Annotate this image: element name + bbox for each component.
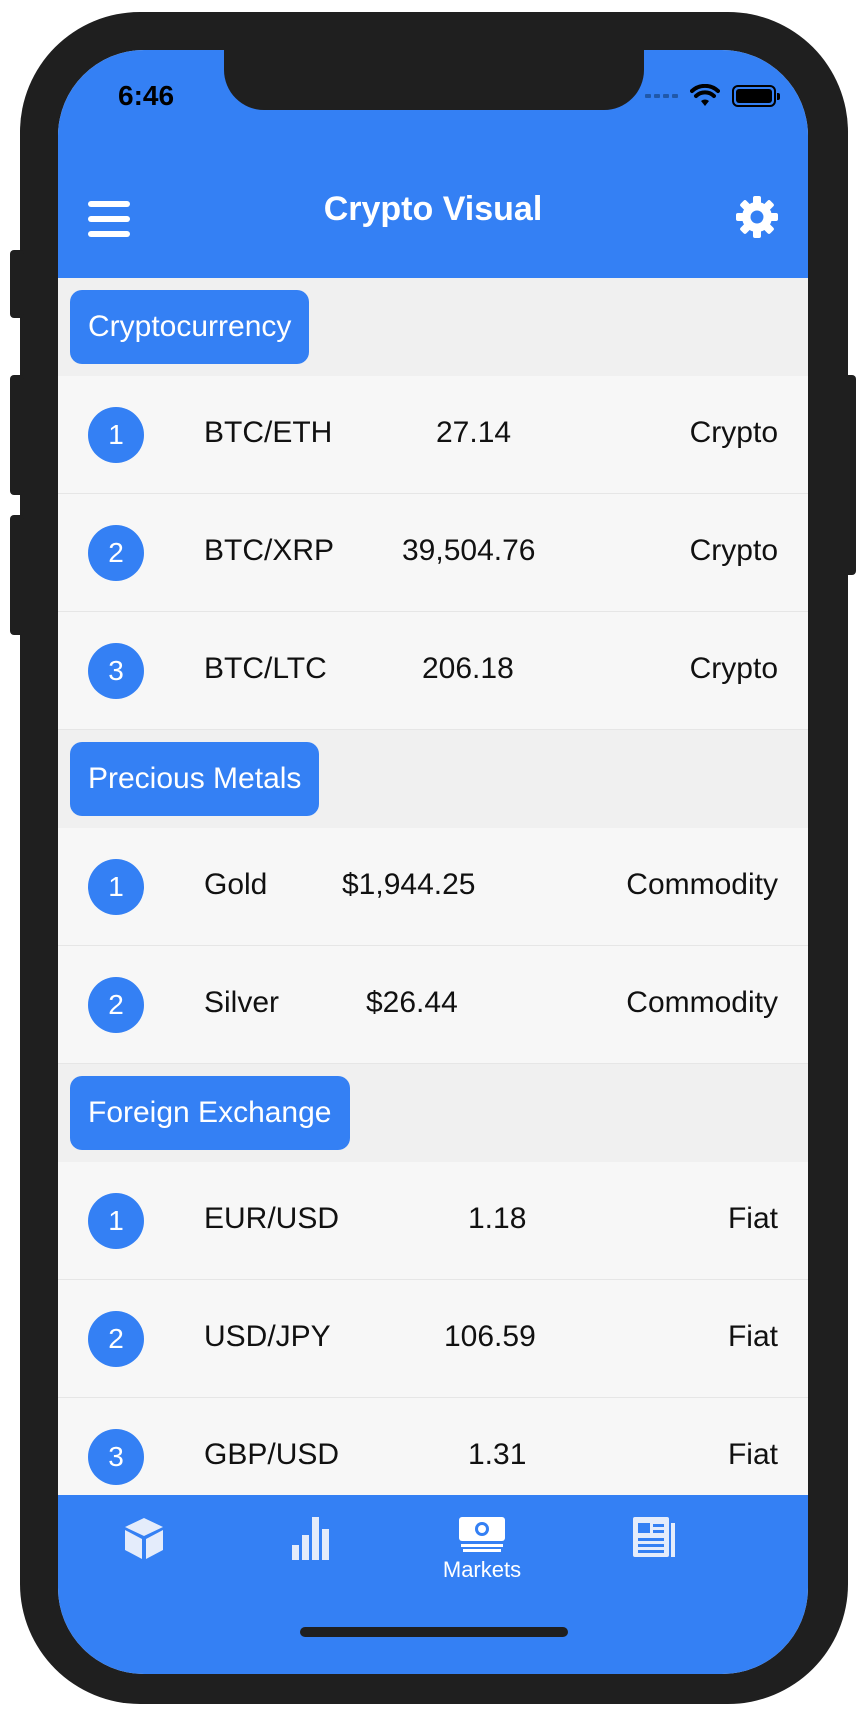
rank-badge: 3 [88, 1429, 144, 1485]
price-value: $26.44 [366, 986, 458, 1019]
pair-label: Gold [204, 868, 268, 901]
bar-chart-icon [292, 1517, 329, 1560]
gear-icon[interactable] [734, 194, 780, 240]
cube-icon [125, 1518, 163, 1559]
price-value: 206.18 [422, 652, 514, 685]
tab-news[interactable] [594, 1515, 714, 1605]
wifi-icon [690, 84, 720, 106]
section-title: Foreign Exchange [70, 1076, 350, 1150]
newspaper-icon [633, 1517, 675, 1557]
pair-label: BTC/LTC [204, 652, 327, 685]
status-icons [645, 84, 780, 108]
section-title: Precious Metals [70, 742, 320, 816]
pair-label: BTC/XRP [204, 534, 335, 567]
rank-badge: 2 [88, 1311, 144, 1367]
asset-type: Fiat [727, 1202, 778, 1235]
rank-badge: 2 [88, 977, 144, 1033]
money-icon [459, 1517, 505, 1552]
list-item[interactable]: 1 Gold $1,944.25 Commodity [58, 828, 808, 946]
price-value: 1.18 [468, 1202, 527, 1235]
list-item[interactable]: 1 EUR/USD 1.18 Fiat [58, 1162, 808, 1280]
price-value: $1,944.25 [342, 868, 476, 901]
home-indicator[interactable] [300, 1627, 568, 1637]
asset-type: Commodity [626, 986, 778, 1019]
section-header-cryptocurrency: Cryptocurrency [58, 278, 808, 376]
tab-markets-label: Markets [442, 1557, 522, 1582]
list-item[interactable]: 1 BTC/ETH 27.14 Crypto [58, 376, 808, 494]
price-value: 39,504.76 [402, 534, 536, 567]
price-value: 106.59 [444, 1320, 536, 1353]
tab-markets[interactable]: Markets [422, 1515, 542, 1605]
tab-charts[interactable] [252, 1515, 372, 1605]
rank-badge: 2 [88, 525, 144, 581]
pair-label: BTC/ETH [204, 416, 333, 449]
asset-type: Commodity [626, 868, 778, 901]
status-time: 6:46 [118, 80, 175, 111]
battery-icon [732, 85, 780, 107]
market-list[interactable]: Cryptocurrency 1 BTC/ETH 27.14 Crypto 2 … [58, 278, 808, 1553]
rank-badge: 3 [88, 643, 144, 699]
asset-type: Crypto [689, 534, 778, 567]
pair-label: USD/JPY [204, 1320, 331, 1353]
notch [224, 50, 644, 110]
asset-type: Fiat [727, 1438, 778, 1471]
volume-up-button [10, 375, 24, 495]
screen: 6:46 Crypto Visual Cryptocurrency 1 BTC/… [58, 50, 808, 1674]
section-title: Cryptocurrency [70, 290, 310, 364]
section-header-precious-metals: Precious Metals [58, 730, 808, 828]
price-value: 1.31 [468, 1438, 527, 1471]
pair-label: EUR/USD [204, 1202, 340, 1235]
power-button [842, 375, 856, 575]
tab-bar: Markets [58, 1495, 808, 1674]
list-item[interactable]: 2 Silver $26.44 Commodity [58, 946, 808, 1064]
rank-badge: 1 [88, 1193, 144, 1249]
list-item[interactable]: 2 USD/JPY 106.59 Fiat [58, 1280, 808, 1398]
asset-type: Fiat [727, 1320, 778, 1353]
tab-cube[interactable] [84, 1515, 204, 1605]
price-value: 27.14 [436, 416, 512, 449]
asset-type: Crypto [689, 416, 778, 449]
page-title: Crypto Visual [323, 190, 543, 228]
pair-label: GBP/USD [204, 1438, 340, 1471]
mute-switch [10, 250, 24, 318]
cellular-signal-icon [645, 94, 678, 98]
list-item[interactable]: 2 BTC/XRP 39,504.76 Crypto [58, 494, 808, 612]
navigation-bar: Crypto Visual [58, 150, 808, 278]
rank-badge: 1 [88, 407, 144, 463]
volume-down-button [10, 515, 24, 635]
pair-label: Silver [204, 986, 280, 1019]
rank-badge: 1 [88, 859, 144, 915]
section-header-foreign-exchange: Foreign Exchange [58, 1064, 808, 1162]
list-item[interactable]: 3 BTC/LTC 206.18 Crypto [58, 612, 808, 730]
status-bar: 6:46 [58, 50, 808, 150]
asset-type: Crypto [689, 652, 778, 685]
